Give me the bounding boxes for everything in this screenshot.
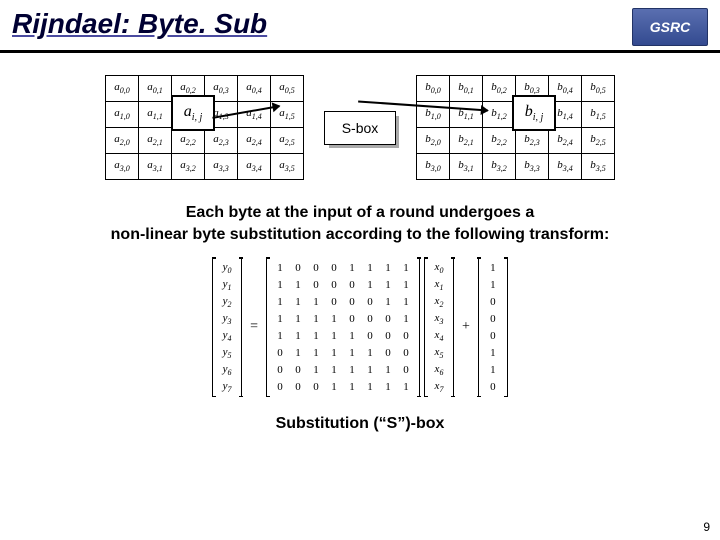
constant-vector: 11000110 (478, 257, 508, 397)
page-number: 9 (703, 520, 710, 534)
affine-transform-equation: y0y1y2y3y4y5y6y7 = 100011111100011111100… (0, 257, 720, 397)
mix-matrix: 1000111111000111111000111111000111111000… (266, 257, 420, 397)
sbox-diagram: a0,0a0,1a0,2a0,3a0,4a0,5a1,0a1,1a1,2a1,3… (0, 75, 720, 180)
highlight-a-cell: ai, j (171, 95, 215, 131)
plus-sign: + (458, 319, 474, 335)
y-vector: y0y1y2y3y4y5y6y7 (212, 257, 242, 397)
equals-sign: = (246, 319, 262, 335)
sbox-block: S-box (324, 111, 396, 145)
x-vector: x0x1x2x3x4x5x6x7 (424, 257, 454, 397)
gsrc-logo: GSRC (632, 8, 708, 46)
highlight-b-cell: bi, j (512, 95, 556, 131)
slide-title: Rijndael: Byte. Sub (12, 8, 267, 40)
explanation-text: Each byte at the input of a round underg… (20, 202, 700, 245)
sbox-caption: Substitution (“S”)-box (0, 415, 720, 433)
